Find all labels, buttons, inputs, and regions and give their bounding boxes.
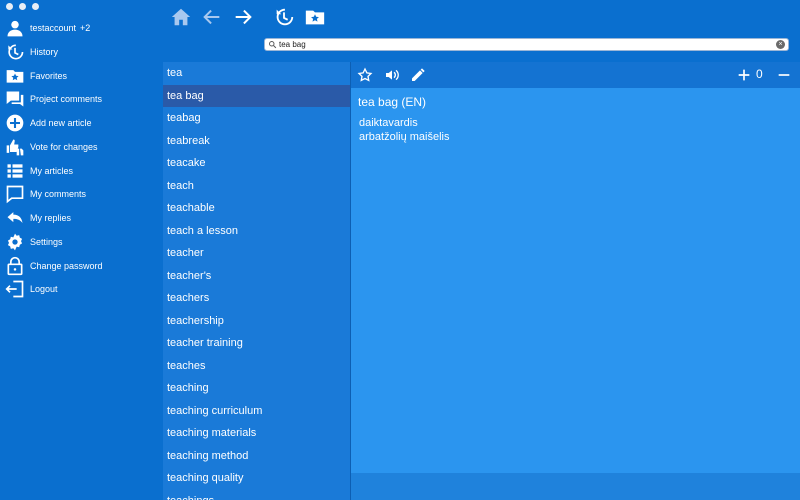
word-list-item[interactable]: teaching xyxy=(163,377,350,400)
logout-icon xyxy=(0,279,30,299)
speaker-icon[interactable] xyxy=(384,67,400,83)
user-badge: +2 xyxy=(80,23,91,33)
plus-icon[interactable] xyxy=(736,67,752,83)
word-list-item[interactable]: teachers xyxy=(163,287,350,310)
word-list-item[interactable]: teaching quality xyxy=(163,467,350,490)
word-list-item[interactable]: teachings xyxy=(163,490,350,500)
sidebar-item-label: Favorites xyxy=(30,71,68,81)
entry-footer xyxy=(351,473,800,500)
search-icon xyxy=(265,40,279,49)
sidebar-item-settings[interactable]: Settings xyxy=(0,231,163,253)
back-arrow-icon[interactable] xyxy=(201,6,223,28)
sidebar-item-my-articles[interactable]: My articles xyxy=(0,160,163,182)
word-list-item[interactable]: teacake xyxy=(163,152,350,175)
favorites-folder-icon[interactable] xyxy=(304,6,326,28)
thumbs-icon xyxy=(0,137,30,157)
word-list-item[interactable]: teach a lesson xyxy=(163,220,350,243)
user-name: testaccount xyxy=(30,23,77,33)
part-of-speech: daiktavardis xyxy=(359,117,418,129)
sidebar-item-vote[interactable]: Vote for changes xyxy=(0,136,163,158)
word-list-item[interactable]: teach xyxy=(163,175,350,198)
reply-icon xyxy=(0,208,30,228)
word-list-item[interactable]: tea bag xyxy=(163,84,350,107)
history-icon xyxy=(0,42,30,62)
sidebar-item-my-comments[interactable]: My comments xyxy=(0,183,163,205)
add-circle-icon xyxy=(0,113,30,133)
sidebar-item-history[interactable]: History xyxy=(0,41,163,63)
sidebar-item-change-password[interactable]: Change password xyxy=(0,255,163,277)
list-icon xyxy=(0,161,30,181)
sidebar-item-label: Settings xyxy=(30,237,63,247)
sidebar-item-label: Project comments xyxy=(30,94,103,104)
word-list-item[interactable]: teaching materials xyxy=(163,422,350,445)
sidebar-item-label: History xyxy=(30,47,59,57)
word-list-item[interactable]: teachable xyxy=(163,197,350,220)
word-list-item[interactable]: teaching curriculum xyxy=(163,400,350,423)
sidebar-item-label: Logout xyxy=(30,284,58,294)
close-window-button[interactable] xyxy=(6,3,13,10)
home-icon[interactable] xyxy=(170,6,192,28)
favorites-folder-icon xyxy=(0,66,30,86)
gear-icon xyxy=(0,232,30,252)
word-list-item[interactable]: teachership xyxy=(163,310,350,333)
translation[interactable]: arbatžolių maišelis xyxy=(359,131,449,143)
word-list: tea tea bag teabag teabreak teacake teach teac… xyxy=(163,62,350,500)
comments-icon xyxy=(0,89,30,109)
comment-icon xyxy=(0,184,30,204)
forward-arrow-icon[interactable] xyxy=(232,6,254,28)
entry-toolbar: 0 xyxy=(351,62,800,88)
sidebar-item-favorites[interactable]: Favorites xyxy=(0,65,163,87)
sidebar-item-label: Vote for changes xyxy=(30,142,98,152)
window-controls xyxy=(6,3,39,10)
sidebar-item-logout[interactable]: Logout xyxy=(0,278,163,300)
sidebar-user[interactable]: testaccount +2 xyxy=(0,17,163,39)
lock-icon xyxy=(0,256,30,276)
sidebar-item-label: Change password xyxy=(30,261,103,271)
sidebar: testaccount +2 History Favorites Project… xyxy=(0,0,163,500)
sidebar-item-my-replies[interactable]: My replies xyxy=(0,207,163,229)
word-list-item[interactable]: teabag xyxy=(163,107,350,130)
word-list-item[interactable]: teaching method xyxy=(163,445,350,468)
sidebar-item-label: My articles xyxy=(30,166,74,176)
word-list-item[interactable]: teacher training xyxy=(163,332,350,355)
word-list-item[interactable]: teacher's xyxy=(163,265,350,288)
toolbar: × xyxy=(163,0,800,62)
minimize-window-button[interactable] xyxy=(19,3,26,10)
history-icon[interactable] xyxy=(273,6,295,28)
word-list-item[interactable]: teacher xyxy=(163,242,350,265)
minus-icon[interactable] xyxy=(776,67,792,83)
vote-count: 0 xyxy=(756,67,763,81)
entry-title: tea bag (EN) xyxy=(358,95,427,109)
search-bar: × xyxy=(264,38,789,51)
word-list-item[interactable]: tea xyxy=(163,62,350,85)
star-icon[interactable] xyxy=(357,67,373,83)
entry-panel: 0 tea bag (EN) daiktavardis arbatžolių m… xyxy=(351,62,800,473)
sidebar-item-label: My comments xyxy=(30,189,87,199)
sidebar-item-label: Add new article xyxy=(30,118,92,128)
search-input[interactable] xyxy=(279,39,776,50)
edit-pencil-icon[interactable] xyxy=(410,67,426,83)
word-list-item[interactable]: teaches xyxy=(163,355,350,378)
sidebar-item-add-article[interactable]: Add new article xyxy=(0,112,163,134)
word-list-item[interactable]: teabreak xyxy=(163,130,350,153)
user-icon xyxy=(0,18,30,38)
maximize-window-button[interactable] xyxy=(32,3,39,10)
sidebar-item-project-comments[interactable]: Project comments xyxy=(0,88,163,110)
sidebar-item-label: My replies xyxy=(30,213,72,223)
clear-search-icon[interactable]: × xyxy=(776,40,785,49)
